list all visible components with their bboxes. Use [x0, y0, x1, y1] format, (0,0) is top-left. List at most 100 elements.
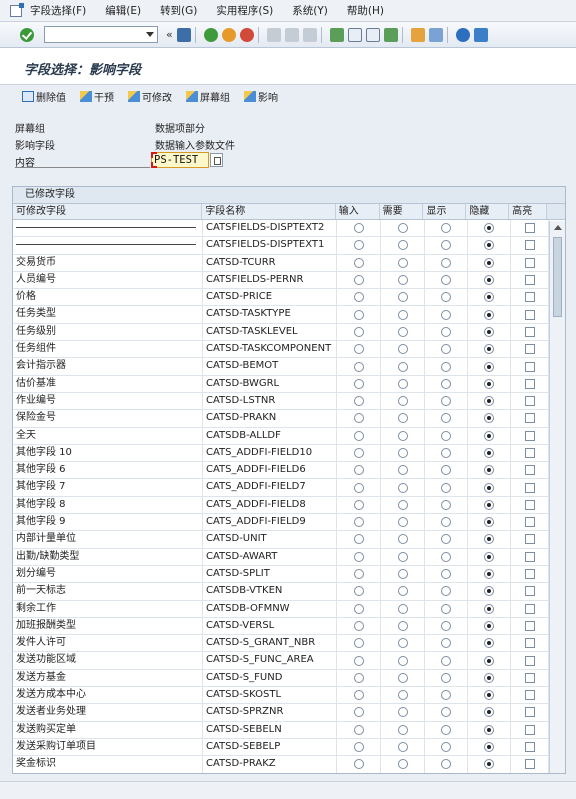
- checkbox-highlight[interactable]: [524, 326, 535, 337]
- radio-required[interactable]: [397, 655, 408, 666]
- next-page-icon[interactable]: [365, 27, 380, 42]
- radio-input[interactable]: [353, 378, 364, 389]
- modifiable-button[interactable]: 可修改: [128, 89, 172, 104]
- influence-button[interactable]: 影响: [244, 89, 278, 104]
- radio-required[interactable]: [397, 551, 408, 562]
- checkbox-highlight[interactable]: [524, 655, 535, 666]
- radio-hidden[interactable]: [484, 448, 494, 458]
- radio-required[interactable]: [397, 742, 408, 753]
- menu-utilities[interactable]: 实用程序(S): [216, 3, 273, 18]
- radio-hidden[interactable]: [484, 275, 494, 286]
- exit-icon[interactable]: [221, 27, 236, 42]
- radio-display[interactable]: [441, 482, 451, 493]
- radio-input[interactable]: [353, 534, 364, 545]
- radio-display[interactable]: [441, 257, 451, 268]
- radio-required[interactable]: [397, 448, 408, 458]
- radio-display[interactable]: [441, 672, 451, 683]
- value-help-icon[interactable]: [210, 153, 223, 167]
- radio-display[interactable]: [441, 223, 451, 234]
- checkbox-highlight[interactable]: [524, 448, 535, 458]
- radio-display[interactable]: [441, 326, 451, 337]
- radio-required[interactable]: [397, 326, 408, 337]
- radio-display[interactable]: [441, 465, 451, 476]
- radio-input[interactable]: [353, 465, 364, 476]
- radio-hidden[interactable]: [484, 292, 494, 303]
- checkbox-highlight[interactable]: [524, 742, 535, 753]
- checkbox-highlight[interactable]: [524, 586, 535, 597]
- checkbox-highlight[interactable]: [524, 257, 535, 268]
- command-field[interactable]: [44, 26, 158, 43]
- radio-display[interactable]: [441, 275, 451, 286]
- checkbox-highlight[interactable]: [524, 620, 535, 631]
- radio-display[interactable]: [441, 499, 451, 510]
- radio-display[interactable]: [441, 603, 451, 614]
- screen-group-button[interactable]: 屏幕组: [186, 89, 230, 104]
- radio-display[interactable]: [441, 724, 451, 735]
- radio-display[interactable]: [441, 378, 451, 389]
- first-page-icon[interactable]: [329, 27, 344, 42]
- checkbox-highlight[interactable]: [524, 672, 535, 683]
- radio-display[interactable]: [441, 430, 451, 441]
- col-highlight[interactable]: 高亮: [509, 204, 548, 219]
- radio-input[interactable]: [353, 326, 364, 337]
- radio-input[interactable]: [353, 586, 364, 597]
- radio-hidden[interactable]: [484, 655, 494, 666]
- radio-input[interactable]: [353, 223, 364, 234]
- radio-input[interactable]: [353, 759, 364, 770]
- print-icon[interactable]: [266, 27, 281, 42]
- radio-hidden[interactable]: [484, 672, 494, 683]
- last-page-icon[interactable]: [383, 27, 398, 42]
- radio-display[interactable]: [441, 413, 451, 424]
- radio-required[interactable]: [397, 275, 408, 286]
- radio-required[interactable]: [397, 465, 408, 476]
- radio-required[interactable]: [397, 309, 408, 320]
- checkbox-highlight[interactable]: [524, 275, 535, 286]
- radio-hidden[interactable]: [484, 759, 494, 770]
- radio-required[interactable]: [397, 620, 408, 631]
- find-icon[interactable]: [284, 27, 299, 42]
- radio-required[interactable]: [397, 690, 408, 701]
- radio-input[interactable]: [353, 620, 364, 631]
- checkbox-highlight[interactable]: [524, 724, 535, 735]
- radio-hidden[interactable]: [484, 326, 494, 337]
- checkbox-highlight[interactable]: [524, 603, 535, 614]
- radio-display[interactable]: [441, 638, 451, 649]
- radio-input[interactable]: [353, 482, 364, 493]
- radio-input[interactable]: [353, 569, 364, 580]
- radio-input[interactable]: [353, 655, 364, 666]
- radio-hidden[interactable]: [484, 724, 494, 735]
- radio-hidden[interactable]: [484, 707, 494, 718]
- radio-display[interactable]: [441, 620, 451, 631]
- shortcut-icon[interactable]: [428, 27, 443, 42]
- radio-display[interactable]: [441, 240, 451, 251]
- intervene-button[interactable]: 干预: [80, 89, 114, 104]
- radio-hidden[interactable]: [484, 361, 494, 372]
- checkbox-highlight[interactable]: [524, 430, 535, 441]
- content-input[interactable]: PS-TEST: [151, 152, 209, 168]
- radio-required[interactable]: [397, 482, 408, 493]
- radio-hidden[interactable]: [484, 620, 494, 631]
- checkbox-highlight[interactable]: [524, 309, 535, 320]
- checkbox-highlight[interactable]: [524, 292, 535, 303]
- radio-required[interactable]: [397, 430, 408, 441]
- delete-values-button[interactable]: 删除值: [22, 89, 66, 104]
- col-input[interactable]: 输入: [336, 204, 380, 219]
- radio-display[interactable]: [441, 551, 451, 562]
- enter-check-icon[interactable]: [20, 27, 34, 42]
- radio-input[interactable]: [353, 413, 364, 424]
- radio-required[interactable]: [397, 603, 408, 614]
- radio-required[interactable]: [397, 378, 408, 389]
- radio-input[interactable]: [353, 724, 364, 735]
- radio-hidden[interactable]: [484, 430, 494, 441]
- radio-input[interactable]: [353, 551, 364, 562]
- scroll-thumb[interactable]: [553, 237, 562, 317]
- double-chevron-icon[interactable]: «: [166, 28, 173, 41]
- radio-display[interactable]: [441, 517, 451, 528]
- radio-hidden[interactable]: [484, 465, 494, 476]
- checkbox-highlight[interactable]: [524, 638, 535, 649]
- radio-required[interactable]: [397, 240, 408, 251]
- checkbox-highlight[interactable]: [524, 240, 535, 251]
- radio-required[interactable]: [397, 517, 408, 528]
- radio-input[interactable]: [353, 517, 364, 528]
- radio-display[interactable]: [441, 344, 451, 355]
